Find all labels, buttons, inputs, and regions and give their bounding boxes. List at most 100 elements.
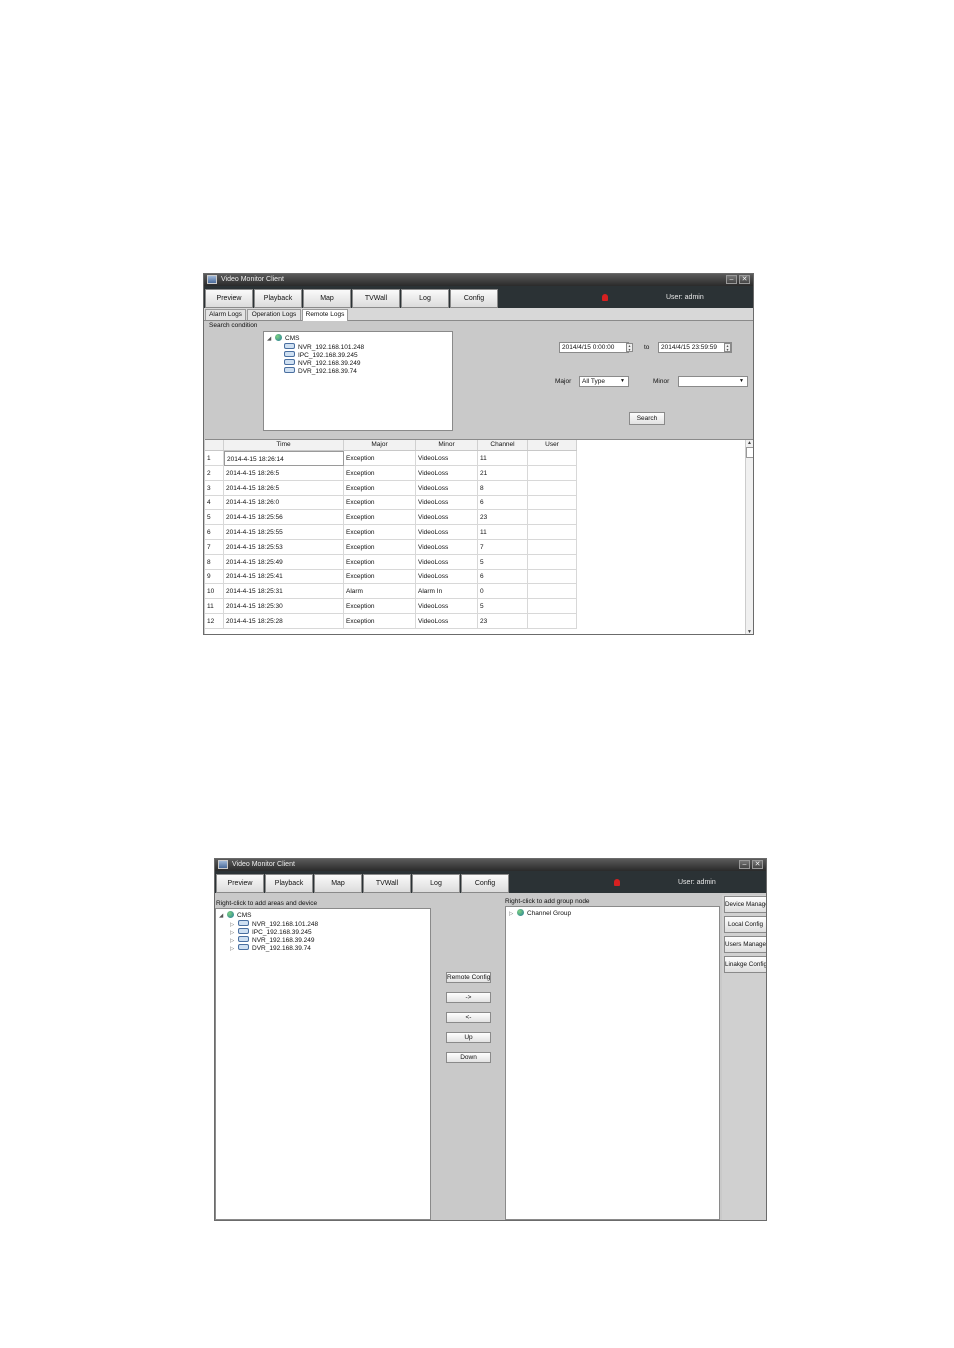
cell-minor: VideoLoss bbox=[416, 613, 478, 629]
cell-index: 3 bbox=[205, 480, 224, 496]
tree-device[interactable]: DVR_192.168.39.74 bbox=[284, 367, 357, 375]
tree-device[interactable]: IPC_192.168.39.245 bbox=[284, 351, 358, 359]
cell-major: Exception bbox=[344, 569, 416, 585]
table-row[interactable]: 10 2014-4-15 18:25:31 Alarm Alarm In 0 bbox=[205, 584, 577, 600]
tree-device[interactable]: ▷ IPC_192.168.39.245 bbox=[230, 928, 312, 936]
main-nav: Preview Playback Map TVWall Log Config U… bbox=[215, 871, 766, 893]
cell-time: 2014-4-15 18:26:0 bbox=[224, 495, 344, 511]
linkage-config-button[interactable]: Linakge Config bbox=[724, 956, 766, 973]
app-icon bbox=[207, 275, 217, 284]
cell-time: 2014-4-15 18:25:55 bbox=[224, 525, 344, 540]
date-from-spinner[interactable]: ▴ ▾ bbox=[626, 343, 633, 352]
device-label: NVR_192.168.101.248 bbox=[298, 344, 365, 351]
device-icon bbox=[284, 359, 295, 365]
tree-device[interactable]: ▷ NVR_192.168.101.248 bbox=[230, 920, 318, 928]
tree-device[interactable]: ▷ DVR_192.168.39.74 bbox=[230, 944, 311, 952]
alarm-icon[interactable] bbox=[614, 879, 620, 886]
nav-playback[interactable]: Playback bbox=[254, 289, 302, 308]
table-row[interactable]: 9 2014-4-15 18:25:41 Exception VideoLoss 6 bbox=[205, 569, 577, 585]
table-row[interactable]: 12 2014-4-15 18:25:28 Exception VideoLoss 23 bbox=[205, 613, 577, 629]
table-row[interactable]: 4 2014-4-15 18:26:0 Exception VideoLoss 6 bbox=[205, 495, 577, 511]
vertical-scrollbar[interactable]: ▲ ▼ bbox=[745, 440, 753, 634]
group-node-label: Channel Group bbox=[527, 910, 572, 917]
minimize-button[interactable]: – bbox=[739, 860, 750, 869]
date-from-input[interactable]: 2014/4/15 0:00:00 bbox=[559, 342, 629, 353]
move-up-button[interactable]: Up bbox=[446, 1032, 491, 1043]
scroll-up-icon[interactable]: ▲ bbox=[746, 440, 753, 446]
collapse-arrow-icon[interactable]: ▷ bbox=[509, 911, 517, 917]
table-row[interactable]: 8 2014-4-15 18:25:49 Exception VideoLoss 5 bbox=[205, 554, 577, 570]
table-row[interactable]: 5 2014-4-15 18:25:56 Exception VideoLoss 23 bbox=[205, 510, 577, 526]
tree-device[interactable]: ▷ NVR_192.168.39.249 bbox=[230, 936, 315, 944]
col-channel[interactable]: Channel bbox=[478, 440, 528, 450]
nav-config[interactable]: Config bbox=[450, 289, 498, 308]
col-user[interactable]: User bbox=[528, 440, 577, 450]
tree-root[interactable]: ◢ CMS bbox=[267, 334, 299, 342]
close-button[interactable]: ✕ bbox=[739, 275, 750, 284]
table-row[interactable]: 6 2014-4-15 18:25:55 Exception VideoLoss 11 bbox=[205, 525, 577, 540]
expand-icon[interactable]: ◢ bbox=[267, 336, 275, 342]
table-row[interactable]: 11 2014-4-15 18:25:30 Exception VideoLoss 5 bbox=[205, 599, 577, 614]
tree-device[interactable]: NVR_192.168.101.248 bbox=[284, 343, 364, 351]
scroll-thumb[interactable] bbox=[746, 447, 753, 458]
tree-root[interactable]: ◢ CMS bbox=[219, 911, 251, 919]
nav-playback[interactable]: Playback bbox=[265, 874, 313, 893]
table-row[interactable]: 1 2014-4-15 18:26:14 Exception VideoLoss 11 bbox=[205, 451, 577, 466]
date-to-spinner[interactable]: ▴ ▾ bbox=[724, 343, 731, 352]
cell-time: 2014-4-15 18:25:53 bbox=[224, 539, 344, 555]
move-right-button[interactable]: -> bbox=[446, 992, 491, 1003]
table-row[interactable]: 3 2014-4-15 18:26:5 Exception VideoLoss 8 bbox=[205, 480, 577, 496]
nav-tvwall[interactable]: TVWall bbox=[363, 874, 411, 893]
major-label: Major bbox=[555, 378, 572, 385]
scroll-down-icon[interactable]: ▼ bbox=[746, 629, 753, 634]
col-major[interactable]: Major bbox=[344, 440, 416, 450]
nav-preview[interactable]: Preview bbox=[216, 874, 264, 893]
col-time[interactable]: Time bbox=[224, 440, 344, 450]
alarm-icon[interactable] bbox=[602, 294, 608, 301]
nav-log[interactable]: Log bbox=[412, 874, 460, 893]
tab-alarm-logs[interactable]: Alarm Logs bbox=[205, 309, 246, 320]
cell-major: Exception bbox=[344, 554, 416, 570]
search-button[interactable]: Search bbox=[629, 412, 665, 425]
device-icon bbox=[284, 351, 295, 357]
minor-select[interactable]: ▼ bbox=[678, 376, 748, 387]
nav-map[interactable]: Map bbox=[303, 289, 351, 308]
collapse-arrow-icon[interactable]: ▷ bbox=[230, 946, 238, 952]
cell-index: 5 bbox=[205, 510, 224, 526]
nav-config[interactable]: Config bbox=[461, 874, 509, 893]
close-button[interactable]: ✕ bbox=[752, 860, 763, 869]
nav-tvwall[interactable]: TVWall bbox=[352, 289, 400, 308]
tab-remote-logs[interactable]: Remote Logs bbox=[302, 309, 348, 321]
table-body: 1 2014-4-15 18:26:14 Exception VideoLoss 11 2… bbox=[205, 451, 577, 634]
tree-device[interactable]: NVR_192.168.39.249 bbox=[284, 359, 361, 367]
date-to-input[interactable]: 2014/4/15 23:59:59 bbox=[658, 342, 732, 353]
move-down-button[interactable]: Down bbox=[446, 1052, 491, 1063]
nav-map[interactable]: Map bbox=[314, 874, 362, 893]
chevron-down-icon: ▼ bbox=[620, 378, 625, 384]
table-row[interactable]: 2 2014-4-15 18:26:5 Exception VideoLoss 21 bbox=[205, 465, 577, 481]
cell-time: 2014-4-15 18:25:56 bbox=[224, 510, 344, 526]
remote-config-button[interactable]: Remote Config bbox=[446, 972, 491, 983]
table-row[interactable]: 7 2014-4-15 18:25:53 Exception VideoLoss 7 bbox=[205, 539, 577, 555]
minimize-button[interactable]: – bbox=[726, 275, 737, 284]
cell-minor: VideoLoss bbox=[416, 451, 478, 466]
tab-operation-logs[interactable]: Operation Logs bbox=[247, 309, 301, 320]
local-config-button[interactable]: Local Config bbox=[724, 916, 766, 933]
users-manage-button[interactable]: Users Manage bbox=[724, 936, 766, 953]
move-left-button[interactable]: <- bbox=[446, 1012, 491, 1023]
device-label: NVR_192.168.101.248 bbox=[252, 921, 319, 928]
log-window: Video Monitor Client – ✕ Preview Playbac… bbox=[203, 273, 754, 635]
cell-index: 9 bbox=[205, 569, 224, 585]
device-icon bbox=[238, 928, 249, 934]
device-manage-button[interactable]: Device Manage bbox=[724, 896, 766, 913]
nav-log[interactable]: Log bbox=[401, 289, 449, 308]
tree-group-node[interactable]: ▷ Channel Group bbox=[509, 909, 571, 917]
cell-major: Exception bbox=[344, 465, 416, 481]
col-minor[interactable]: Minor bbox=[416, 440, 478, 450]
cell-minor: VideoLoss bbox=[416, 554, 478, 570]
cell-channel: 6 bbox=[478, 495, 528, 511]
major-select[interactable]: All Type ▼ bbox=[579, 376, 629, 387]
cell-minor: VideoLoss bbox=[416, 599, 478, 614]
expand-icon[interactable]: ◢ bbox=[219, 913, 227, 919]
nav-preview[interactable]: Preview bbox=[205, 289, 253, 308]
